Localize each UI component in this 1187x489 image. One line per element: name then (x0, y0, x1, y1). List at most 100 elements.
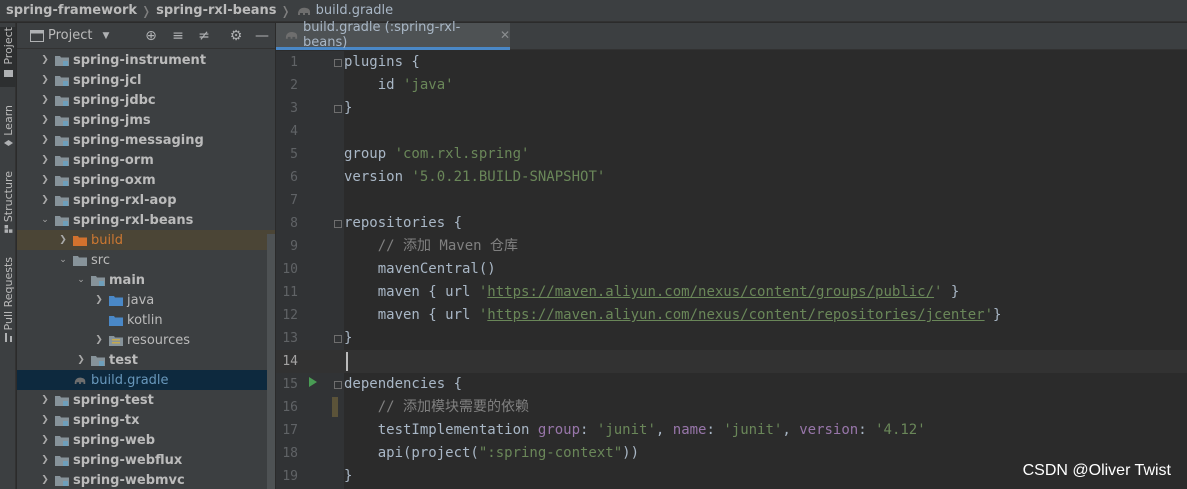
chevron-right-icon[interactable]: ❯ (39, 115, 51, 125)
chevron-right-icon[interactable]: ❯ (39, 195, 51, 205)
chevron-right-icon[interactable]: ❯ (39, 155, 51, 165)
stripe-tab-learn[interactable]: Learn (0, 105, 16, 153)
tree-item[interactable]: ❯ spring-webmvc (17, 470, 275, 489)
minimize-icon[interactable]: — (254, 28, 270, 44)
stripe-tab-label: Pull Requests (1, 257, 15, 331)
expand-all-icon[interactable]: ≡ (170, 28, 186, 44)
scrollbar-thumb[interactable] (267, 234, 275, 489)
tree-item[interactable]: ❯ resources (17, 330, 275, 350)
code-token: } (993, 307, 1002, 323)
tree-item[interactable]: ❯ build (17, 230, 275, 250)
tree-item[interactable]: ❯ spring-web (17, 430, 275, 450)
tree-item[interactable]: ❯ spring-rxl-aop (17, 190, 275, 210)
tree-item[interactable]: ⌄ src (17, 250, 275, 270)
module-folder-icon (91, 355, 109, 366)
code-token: 'com.rxl.spring' (394, 146, 530, 162)
tree-item[interactable]: ❯ spring-orm (17, 150, 275, 170)
tree-item[interactable]: build.gradle (17, 370, 275, 390)
tree-item-label: spring-web (73, 432, 155, 448)
code-line: maven { url 'https://maven.aliyun.com/ne… (344, 304, 1002, 327)
tree-item[interactable]: ❯ spring-test (17, 390, 275, 410)
chevron-right-icon[interactable]: ❯ (39, 475, 51, 485)
tree-item[interactable]: ❯ test (17, 350, 275, 370)
chevron-down-icon[interactable]: ⌄ (57, 255, 69, 265)
vcs-change-marker[interactable] (332, 397, 338, 417)
chevron-right-icon[interactable]: ❯ (39, 455, 51, 465)
breadcrumb-separator: ❭ (141, 3, 152, 18)
chevron-right-icon[interactable]: ❯ (93, 335, 105, 345)
chevron-right-icon[interactable]: ❯ (39, 415, 51, 425)
chevron-right-icon[interactable]: ❯ (39, 175, 51, 185)
chevron-right-icon[interactable]: ❯ (57, 235, 69, 245)
code-line: mavenCentral() (344, 258, 496, 281)
code-url-link[interactable]: https://maven.aliyun.com/nexus/content/r… (487, 307, 984, 323)
module-folder-icon (55, 415, 73, 426)
code-line: id 'java' (344, 74, 454, 97)
tree-item[interactable]: ⌄ spring-rxl-beans (17, 210, 275, 230)
tree-item-label: build (91, 232, 123, 248)
tree-item[interactable]: ❯ spring-messaging (17, 130, 275, 150)
breadcrumb-item-module[interactable]: spring-rxl-beans (156, 3, 276, 18)
line-number: 1 (290, 55, 298, 70)
tree-item[interactable]: ❯ spring-instrument (17, 50, 275, 70)
fold-marker-icon[interactable] (334, 381, 342, 389)
tree-item-label: spring-jms (73, 112, 151, 128)
code-token: version (799, 422, 859, 438)
locate-target-icon[interactable]: ⊕ (143, 28, 159, 44)
code-token: testImplementation (344, 422, 538, 438)
chevron-right-icon[interactable]: ❯ (39, 75, 51, 85)
chevron-right-icon[interactable]: ❯ (39, 395, 51, 405)
fold-marker-icon[interactable] (334, 335, 342, 343)
code-url-link[interactable]: https://maven.aliyun.com/nexus/content/g… (487, 284, 934, 300)
code-token: } (942, 284, 960, 300)
chevron-right-icon[interactable]: ❯ (75, 355, 87, 365)
line-number: 7 (290, 193, 298, 208)
collapse-all-icon[interactable]: ≠ (196, 28, 212, 44)
chevron-down-icon[interactable]: ▼ (102, 31, 109, 41)
chevron-down-icon[interactable]: ⌄ (75, 275, 87, 285)
chevron-right-icon[interactable]: ❯ (93, 295, 105, 305)
tree-item[interactable]: ❯ spring-webflux (17, 450, 275, 470)
chevron-right-icon[interactable]: ❯ (39, 135, 51, 145)
tree-item[interactable]: ❯ spring-jms (17, 110, 275, 130)
tree-item-label: build.gradle (91, 372, 169, 388)
chevron-right-icon[interactable]: ❯ (39, 55, 51, 65)
module-folder-icon (55, 75, 73, 86)
tree-item[interactable]: ❯ spring-jdbc (17, 90, 275, 110)
chevron-right-icon[interactable]: ❯ (39, 435, 51, 445)
module-folder-icon (55, 55, 73, 66)
fold-marker-icon[interactable] (334, 105, 342, 113)
editor-tab-build-gradle[interactable]: build.gradle (:spring-rxl-beans) ✕ (276, 20, 510, 50)
run-gutter-icon[interactable] (309, 377, 317, 387)
code-token: id (344, 77, 404, 93)
structure-icon (4, 225, 12, 233)
stripe-tab-structure[interactable]: Structure (0, 171, 16, 233)
chevron-down-icon[interactable]: ⌄ (39, 215, 51, 225)
fold-marker-icon[interactable] (334, 59, 342, 67)
code-line: api(project(":spring-context")) (344, 442, 639, 465)
tree-item[interactable]: ❯ spring-oxm (17, 170, 275, 190)
code-line: // 添加 Maven 仓库 (344, 235, 518, 258)
breadcrumb-item-project[interactable]: spring-framework (6, 3, 137, 18)
code-token: '4.12' (875, 422, 926, 438)
code-token: repositories { (344, 215, 463, 231)
tree-item[interactable]: ❯ spring-jcl (17, 70, 275, 90)
tree-item[interactable]: ❯ spring-tx (17, 410, 275, 430)
stripe-tab-project[interactable]: Project (0, 27, 16, 87)
code-editor[interactable]: plugins { id 'java'} group 'com.rxl.sprin… (344, 51, 1187, 489)
tree-item-label: resources (127, 332, 191, 348)
tree-item-label: spring-messaging (73, 132, 204, 148)
project-view-selector[interactable]: Project (48, 28, 92, 43)
close-icon[interactable]: ✕ (500, 28, 510, 42)
chevron-right-icon[interactable]: ❯ (39, 95, 51, 105)
tree-item[interactable]: ❯ java (17, 290, 275, 310)
module-folder-icon (91, 275, 109, 286)
tree-item[interactable]: kotlin (17, 310, 275, 330)
gear-icon[interactable]: ⚙ (228, 28, 244, 44)
code-line: testImplementation group: 'junit', name:… (344, 419, 926, 442)
stripe-tab-pull-requests[interactable]: Pull Requests (0, 257, 16, 343)
tree-item[interactable]: ⌄ main (17, 270, 275, 290)
breadcrumb-item-file[interactable]: build.gradle (296, 3, 393, 18)
fold-marker-icon[interactable] (334, 220, 342, 228)
tree-item-label: spring-jcl (73, 72, 142, 88)
